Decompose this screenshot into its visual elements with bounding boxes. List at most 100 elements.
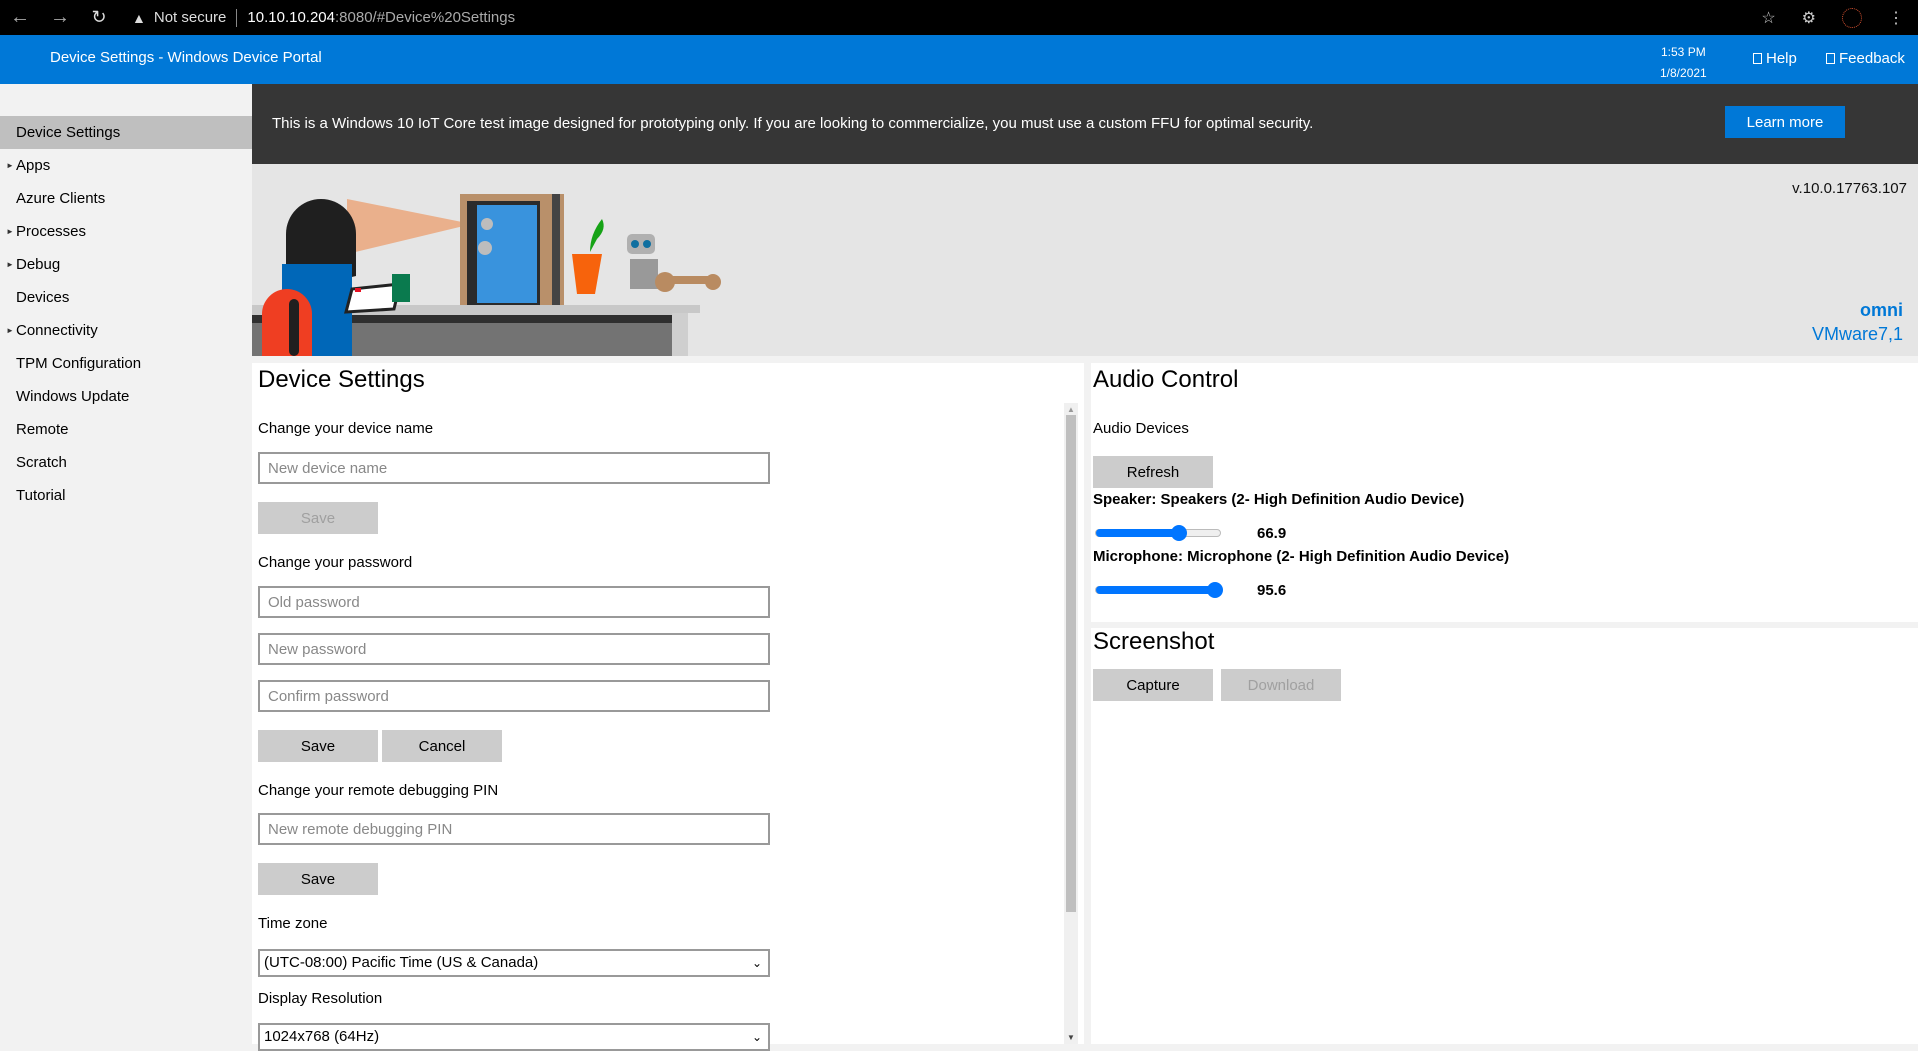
address-bar[interactable]: 10.10.10.204:8080/#Device%20Settings <box>247 9 515 26</box>
refresh-audio-button[interactable]: Refresh <box>1093 456 1213 488</box>
timezone-select[interactable]: (UTC-08:00) Pacific Time (US & Canada) ⌄ <box>258 949 770 977</box>
expand-arrow-icon: ► <box>6 326 14 335</box>
device-settings-heading: Device Settings <box>258 366 425 393</box>
feedback-icon <box>1826 53 1835 64</box>
sidebar-item-device-settings[interactable]: Device Settings <box>0 116 252 149</box>
device-name-input[interactable] <box>258 452 770 484</box>
divider <box>236 8 238 27</box>
device-name: omni <box>1860 300 1903 320</box>
sidebar-item-label: Debug <box>16 256 61 273</box>
bookmark-star-icon[interactable]: ☆ <box>1761 8 1775 28</box>
url-path: :8080/#Device%20Settings <box>335 9 516 26</box>
audio-control-panel: Audio Control Audio Devices Refresh Spea… <box>1091 363 1918 622</box>
expand-arrow-icon: ► <box>6 161 14 170</box>
scroll-down-icon[interactable]: ▼ <box>1067 1033 1075 1042</box>
sidebar-item-scratch[interactable]: Scratch <box>0 446 252 479</box>
sidebar-item-label: Remote <box>16 421 69 438</box>
sidebar-item-windows-update[interactable]: Windows Update <box>0 380 252 413</box>
warning-icon[interactable]: ▲ <box>132 10 146 26</box>
speaker-volume-slider[interactable] <box>1095 525 1221 541</box>
pin-input[interactable] <box>258 813 770 845</box>
timezone-value: (UTC-08:00) Pacific Time (US & Canada) <box>264 954 539 971</box>
hero-illustration <box>252 194 721 356</box>
capture-button[interactable]: Capture <box>1093 669 1213 701</box>
extensions-icon[interactable]: ⚙ <box>1802 8 1816 28</box>
learn-more-button[interactable]: Learn more <box>1725 106 1845 138</box>
expand-arrow-icon: ► <box>6 260 14 269</box>
app-header: Device Settings - Windows Device Portal … <box>0 35 1918 84</box>
slider-knob[interactable] <box>1206 582 1223 598</box>
test-image-banner: This is a Windows 10 IoT Core test image… <box>252 84 1918 164</box>
sidebar-item-label: Device Settings <box>16 124 121 141</box>
help-label: Help <box>1766 50 1797 67</box>
sidebar-item-debug[interactable]: ► Debug <box>0 248 252 281</box>
date: 1/8/2021 <box>1660 66 1707 80</box>
sidebar-item-azure-clients[interactable]: Azure Clients <box>0 182 252 215</box>
back-icon[interactable]: ← <box>10 6 30 29</box>
confirm-password-input[interactable] <box>258 680 770 712</box>
settings-scrollbar[interactable]: ▲ ▼ <box>1064 403 1078 1044</box>
sidebar-item-label: Devices <box>16 289 70 306</box>
audio-devices-label: Audio Devices <box>1093 420 1189 437</box>
browser-menu-icon[interactable]: ⋮ <box>1888 8 1904 28</box>
help-link[interactable]: Help <box>1753 50 1797 67</box>
save-password-button[interactable]: Save <box>258 730 378 762</box>
slider-fill <box>1096 529 1179 537</box>
screenshot-panel: Screenshot Capture Download <box>1091 628 1918 1044</box>
resolution-value: 1024x768 (64Hz) <box>264 1028 380 1045</box>
sidebar-item-label: Processes <box>16 223 87 240</box>
sidebar-item-processes[interactable]: ► Processes <box>0 215 252 248</box>
sidebar-item-apps[interactable]: ► Apps <box>0 149 252 182</box>
sidebar-item-tpm-configuration[interactable]: TPM Configuration <box>0 347 252 380</box>
microphone-volume-value: 95.6 <box>1257 582 1287 599</box>
sidebar-item-devices[interactable]: Devices <box>0 281 252 314</box>
resolution-select[interactable]: 1024x768 (64Hz) ⌄ <box>258 1023 770 1051</box>
audio-control-heading: Audio Control <box>1093 366 1239 393</box>
scroll-up-icon[interactable]: ▲ <box>1067 405 1075 414</box>
expand-arrow-icon: ► <box>6 227 14 236</box>
help-icon <box>1753 53 1762 64</box>
chevron-down-icon: ⌄ <box>751 1030 762 1044</box>
sidebar-item-label: TPM Configuration <box>16 355 142 372</box>
url-host: 10.10.10.204 <box>247 9 335 26</box>
cancel-password-button[interactable]: Cancel <box>382 730 502 762</box>
save-pin-button[interactable]: Save <box>258 863 378 895</box>
scrollbar-thumb[interactable] <box>1066 415 1076 912</box>
device-settings-panel: Device Settings Change your device name … <box>252 363 1084 1051</box>
sidebar-item-label: Tutorial <box>16 487 66 504</box>
download-button[interactable]: Download <box>1221 669 1341 701</box>
forward-icon[interactable]: → <box>50 6 70 29</box>
pin-label: Change your remote debugging PIN <box>258 782 499 799</box>
device-name-label: Change your device name <box>258 420 434 437</box>
clock: 1:53 PM 1/8/2021 <box>1660 42 1707 84</box>
timezone-label: Time zone <box>258 915 328 932</box>
password-label: Change your password <box>258 554 413 571</box>
microphone-volume-slider[interactable] <box>1095 582 1223 598</box>
sidebar-item-label: Azure Clients <box>16 190 106 207</box>
sidebar-item-label: Connectivity <box>16 322 98 339</box>
sidebar-item-remote[interactable]: Remote <box>0 413 252 446</box>
hero-section: v.10.0.17763.107 omni VMware7,1 <box>252 164 1918 356</box>
sidebar-item-label: Scratch <box>16 454 67 471</box>
not-secure-label[interactable]: Not secure <box>154 9 227 26</box>
sidebar-item-label: Windows Update <box>16 388 130 405</box>
os-version: v.10.0.17763.107 <box>1792 180 1907 197</box>
new-password-input[interactable] <box>258 633 770 665</box>
speaker-volume-value: 66.9 <box>1257 525 1287 542</box>
browser-toolbar: ← → ↻ ▲ Not secure 10.10.10.204:8080/#De… <box>0 0 1918 35</box>
resolution-label: Display Resolution <box>258 990 383 1007</box>
time: 1:53 PM <box>1661 45 1706 59</box>
microphone-label: Microphone: Microphone (2- High Definiti… <box>1093 548 1510 565</box>
sidebar: Device Settings ► Apps Azure Clients ► Pro… <box>0 84 252 1044</box>
feedback-link[interactable]: Feedback <box>1826 50 1905 67</box>
page-title: Device Settings - Windows Device Portal <box>50 49 322 66</box>
old-password-input[interactable] <box>258 586 770 618</box>
feedback-label: Feedback <box>1839 50 1905 67</box>
sidebar-item-tutorial[interactable]: Tutorial <box>0 479 252 512</box>
sidebar-item-connectivity[interactable]: ► Connectivity <box>0 314 252 347</box>
profile-icon[interactable] <box>1842 7 1862 28</box>
slider-knob[interactable] <box>1170 525 1187 541</box>
reload-icon[interactable]: ↻ <box>90 7 108 28</box>
sidebar-item-label: Apps <box>16 157 51 174</box>
save-device-name-button[interactable]: Save <box>258 502 378 534</box>
